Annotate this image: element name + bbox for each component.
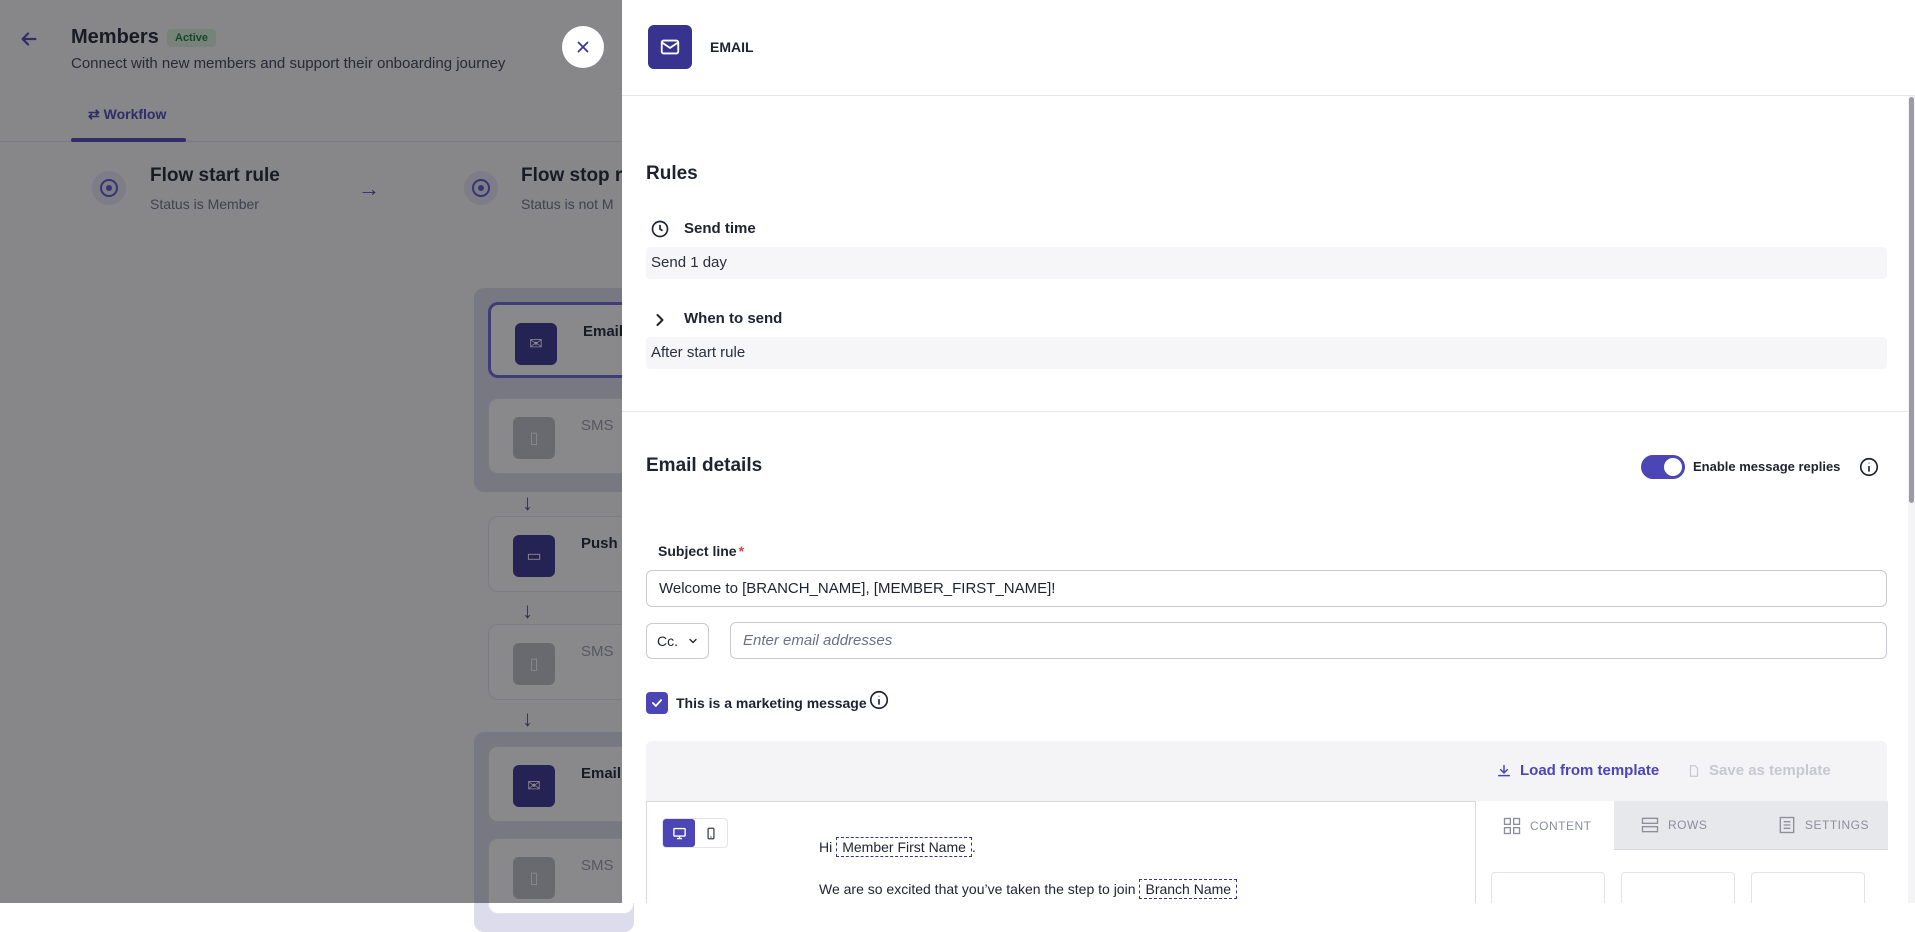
grid-icon (1503, 817, 1521, 834)
cc-email-input[interactable] (730, 622, 1887, 659)
mobile-view-button[interactable] (695, 819, 727, 847)
section-divider (622, 411, 1908, 412)
save-template-button[interactable]: Save as template (1687, 762, 1831, 779)
editor-side-panel: CONTENT ROWS SETTINGS (1475, 801, 1888, 903)
save-template-label: Save as template (1709, 762, 1831, 779)
marketing-message-label: This is a marketing message (676, 695, 867, 711)
monitor-icon (672, 827, 686, 839)
rules-heading: Rules (646, 163, 698, 184)
view-mode-toggle (662, 818, 728, 848)
clock-icon (651, 220, 669, 238)
greeting-text: Hi (819, 839, 833, 855)
body-text: We are so excited that you’ve taken the … (819, 881, 1136, 897)
settings-list-icon (1779, 816, 1795, 834)
tab-settings[interactable]: SETTINGS (1751, 801, 1888, 850)
close-icon (577, 41, 589, 53)
marketing-message-checkbox[interactable] (646, 692, 668, 714)
send-time-label: Send time (684, 220, 756, 237)
modal-backdrop[interactable] (0, 0, 622, 903)
email-canvas[interactable]: Hi Member First Name. We are so excited t… (646, 801, 1475, 903)
chevron-right-icon[interactable] (650, 310, 670, 330)
subject-line-input[interactable] (646, 570, 1887, 607)
content-block-tile[interactable] (1751, 872, 1865, 903)
file-icon (1689, 764, 1699, 777)
drawer-title: EMAIL (710, 39, 754, 55)
subject-line-label-text: Subject line (658, 543, 737, 559)
enable-replies-toggle[interactable] (1641, 455, 1685, 479)
email-details-heading: Email details (646, 455, 763, 476)
email-step-drawer: EMAIL Rules Send time Send 1 day When to… (622, 0, 1915, 903)
content-block-tile[interactable] (1621, 872, 1735, 903)
greeting-end: . (971, 839, 976, 855)
tab-rows[interactable]: ROWS (1614, 801, 1751, 850)
desktop-view-button[interactable] (663, 819, 695, 847)
email-editor: Load from template Save as template Hi Me… (646, 741, 1888, 903)
subject-line-label: Subject line * (658, 543, 744, 559)
chevron-down-icon (689, 638, 697, 644)
mobile-icon (707, 827, 715, 839)
scrollbar-thumb[interactable] (1909, 97, 1914, 503)
close-drawer-button[interactable] (562, 26, 604, 68)
send-time-value[interactable]: Send 1 day (646, 247, 1887, 279)
tab-rows-label: ROWS (1668, 818, 1708, 832)
tab-content[interactable]: CONTENT (1476, 801, 1614, 850)
when-to-send-value[interactable]: After start rule (646, 337, 1887, 369)
email-greeting-line[interactable]: Hi Member First Name. (819, 837, 976, 857)
load-template-label: Load from template (1520, 762, 1660, 779)
cc-select[interactable]: Cc. (646, 623, 709, 659)
download-icon (1497, 764, 1511, 776)
info-icon[interactable] (868, 689, 890, 711)
cc-select-value: Cc. (657, 633, 678, 649)
enable-replies-label: Enable message replies (1693, 459, 1841, 474)
content-block-tile[interactable] (1491, 872, 1605, 903)
tab-content-label: CONTENT (1530, 818, 1592, 833)
required-mark: * (738, 543, 745, 559)
check-icon (651, 699, 663, 707)
rows-icon (1641, 817, 1659, 833)
mail-icon (648, 25, 692, 69)
drawer-header: EMAIL (622, 0, 1915, 96)
when-to-send-label[interactable]: When to send (684, 310, 782, 327)
merge-tag-first-name[interactable]: Member First Name (836, 837, 972, 857)
email-body-line[interactable]: We are so excited that you’ve taken the … (819, 879, 1238, 899)
merge-tag-branch-name[interactable]: Branch Name (1139, 879, 1238, 899)
load-template-button[interactable]: Load from template (1496, 762, 1659, 779)
tab-settings-label: SETTINGS (1805, 818, 1870, 832)
info-icon[interactable] (1858, 456, 1880, 478)
